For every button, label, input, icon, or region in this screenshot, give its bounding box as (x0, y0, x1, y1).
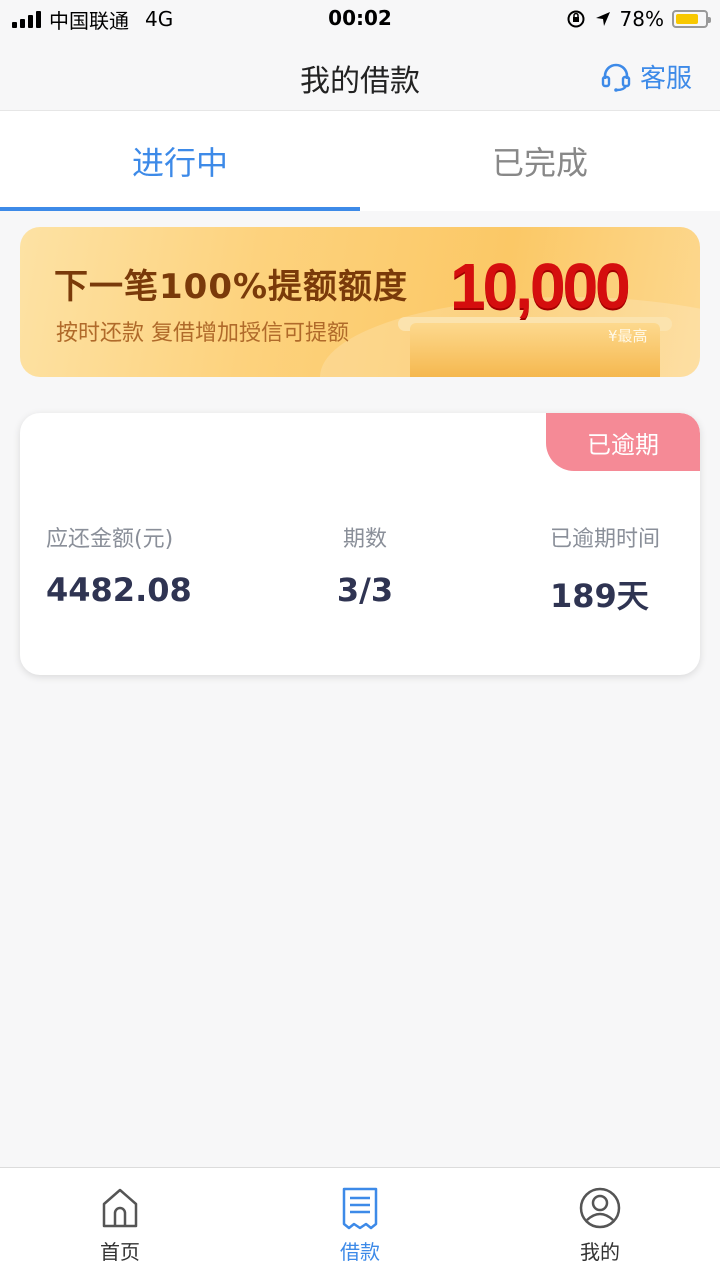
period-column: 期数 3/3 (320, 521, 410, 609)
amount-due-value: 4482.08 (46, 571, 192, 609)
tabbar-label-mine: 我的 (580, 1240, 620, 1264)
amount-due-label: 应还金额(元) (46, 527, 174, 552)
nav-bar: 我的借款 客服 (0, 38, 720, 111)
tabbar-label-loan: 借款 (340, 1240, 380, 1264)
banner-max-label: ¥最高 (608, 327, 648, 345)
customer-service-label: 客服 (639, 64, 692, 94)
status-bar: 中国联通 4G 00:02 78% (0, 0, 720, 38)
document-icon (342, 1187, 378, 1230)
loan-tabs: 进行中 已完成 (0, 111, 720, 211)
headset-icon (601, 63, 631, 92)
loan-card[interactable]: 已逾期 应还金额(元) 4482.08 期数 3/3 已逾期时间 189天 (20, 413, 700, 675)
period-value: 3/3 (336, 571, 394, 609)
tabbar-item-loan[interactable]: 借款 (240, 1168, 480, 1281)
overdue-time-value: 189天 (550, 577, 649, 615)
tabbar-item-mine[interactable]: 我的 (480, 1168, 720, 1281)
tab-in-progress[interactable]: 进行中 (0, 111, 360, 211)
banner-title: 下一笔100%提额额度 (54, 267, 409, 307)
battery-icon (672, 10, 711, 28)
tab-completed[interactable]: 已完成 (360, 111, 720, 211)
user-icon (579, 1187, 621, 1229)
overdue-time-column: 已逾期时间 189天 (550, 521, 660, 617)
bottom-tab-bar: 首页 借款 我的 (0, 1167, 720, 1281)
tabbar-item-home[interactable]: 首页 (0, 1168, 240, 1281)
banner-subtitle: 按时还款 复借增加授信可提额 (56, 321, 349, 346)
status-badge: 已逾期 (546, 413, 700, 471)
banner-amount: 10,000 (450, 250, 631, 322)
status-right: 78% (566, 6, 711, 32)
period-label: 期数 (342, 527, 387, 552)
location-arrow-icon (595, 12, 610, 26)
home-icon (102, 1188, 138, 1228)
overdue-time-label: 已逾期时间 (550, 527, 661, 552)
customer-service-button[interactable]: 客服 (600, 58, 692, 95)
tabbar-label-home: 首页 (100, 1240, 140, 1264)
battery-percent: 78% (619, 7, 664, 31)
amount-due-column: 应还金额(元) 4482.08 (46, 521, 192, 609)
credit-increase-banner[interactable]: 下一笔100%提额额度 按时还款 复借增加授信可提额 10,000 ¥最高 (20, 227, 700, 377)
orientation-lock-icon (567, 10, 585, 28)
